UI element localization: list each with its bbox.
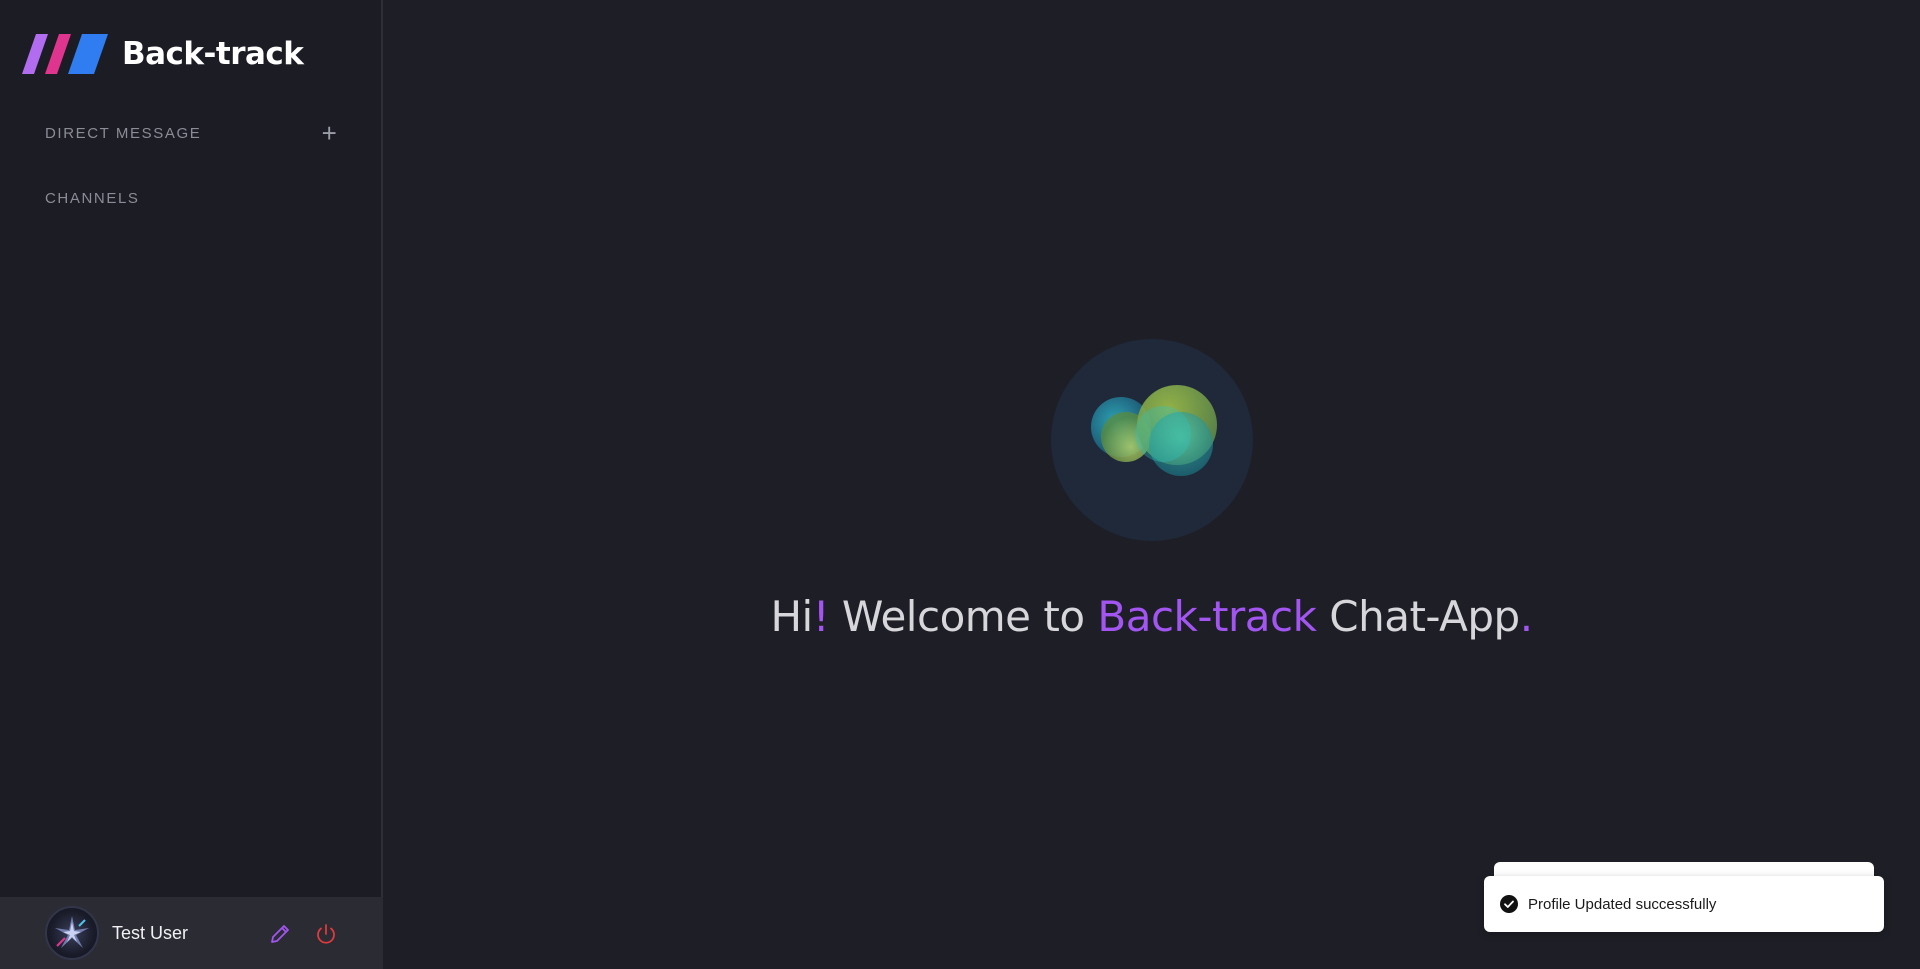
- sidebar: Back-track DIRECT MESSAGE + CHANNELS Tes…: [0, 0, 383, 969]
- welcome-exclaim: !: [812, 592, 830, 641]
- welcome-chat-app: Chat-App: [1316, 592, 1520, 641]
- app-logo: Back-track: [22, 34, 304, 74]
- check-circle-icon: [1500, 895, 1518, 913]
- welcome-period: .: [1519, 592, 1533, 641]
- bubbles-icon: [1091, 385, 1217, 476]
- channels-label: CHANNELS: [45, 190, 140, 207]
- welcome-heading: Hi! Welcome to Back-track Chat-App.: [383, 592, 1920, 641]
- welcome-to: Welcome to: [829, 592, 1098, 641]
- plus-icon[interactable]: +: [320, 120, 340, 146]
- avatar[interactable]: [45, 906, 99, 960]
- logo-icon: [22, 34, 108, 74]
- username: Test User: [112, 922, 189, 943]
- power-icon[interactable]: [314, 922, 338, 946]
- chat-logo: [1051, 339, 1253, 541]
- toast-message: Profile Updated successfully: [1528, 895, 1717, 913]
- app-name: Back-track: [122, 36, 304, 72]
- pencil-icon[interactable]: [268, 922, 292, 946]
- welcome-hi: Hi: [770, 592, 813, 641]
- toast-notification[interactable]: Profile Updated successfully: [1484, 876, 1884, 932]
- direct-message-label: DIRECT MESSAGE: [45, 124, 202, 142]
- welcome-brand: Back-track: [1097, 592, 1317, 641]
- direct-message-section: DIRECT MESSAGE +: [45, 120, 340, 146]
- channels-section: CHANNELS: [45, 190, 340, 207]
